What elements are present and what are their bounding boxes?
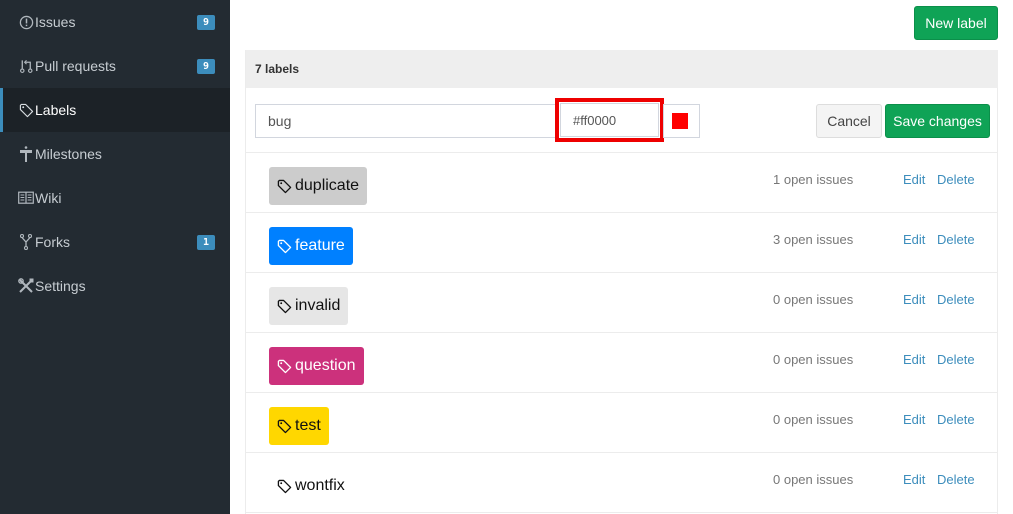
forks-count-badge: 1 (197, 234, 215, 250)
sidebar-item-label: Milestones (35, 146, 102, 162)
tag-icon (277, 239, 292, 254)
edit-label-link[interactable]: Edit (903, 292, 925, 307)
tag-icon (277, 419, 292, 434)
sidebar-item-label: Forks (35, 234, 70, 250)
tag-icon (277, 299, 292, 314)
color-swatch (672, 113, 688, 129)
sidebar-item-milestones[interactable]: Milestones (0, 132, 230, 176)
color-input-highlight (555, 98, 664, 142)
label-color-input[interactable] (560, 103, 659, 137)
open-issues-count[interactable]: 1 open issues (773, 172, 853, 187)
sidebar-item-label: Wiki (35, 190, 62, 206)
delete-label-link[interactable]: Delete (937, 232, 975, 247)
sidebar-item-pull-requests[interactable]: Pull requests 9 (0, 44, 230, 88)
delete-label-link[interactable]: Delete (937, 352, 975, 367)
issues-count-badge: 9 (197, 14, 215, 30)
tools-icon (18, 278, 34, 294)
label-chip[interactable]: wontfix (269, 467, 353, 505)
edit-label-link[interactable]: Edit (903, 352, 925, 367)
exclamation-circle-icon (18, 14, 34, 30)
book-icon (18, 190, 34, 206)
tag-icon (277, 479, 292, 494)
sidebar-item-label: Labels (35, 102, 77, 118)
app: Issues 9 Pull requests 9 Labels Mileston… (0, 0, 1013, 514)
label-name: invalid (295, 297, 341, 314)
tag-icon (277, 359, 292, 374)
tag-icon (18, 102, 34, 118)
fork-icon (18, 234, 34, 250)
label-row: feature 3 open issues Edit Delete (246, 213, 998, 273)
label-chip[interactable]: test (269, 407, 329, 445)
label-name: wontfix (295, 477, 345, 494)
sidebar-item-forks[interactable]: Forks 1 (0, 220, 230, 264)
pull-requests-count-badge: 9 (197, 58, 215, 74)
label-name: test (295, 417, 321, 434)
pull-request-icon (18, 58, 34, 74)
sidebar-item-label: Settings (35, 278, 86, 294)
label-chip[interactable]: invalid (269, 287, 349, 325)
sidebar-item-label: Issues (35, 14, 76, 30)
cancel-button[interactable]: Cancel (816, 104, 882, 138)
open-issues-count[interactable]: 0 open issues (773, 292, 853, 307)
open-issues-count[interactable]: 3 open issues (773, 232, 853, 247)
delete-label-link[interactable]: Delete (937, 172, 975, 187)
label-name: feature (295, 237, 345, 254)
sidebar-item-label: Pull requests (35, 58, 116, 74)
label-row: wontfix 0 open issues Edit Delete (246, 453, 998, 513)
sidebar-item-settings[interactable]: Settings (0, 264, 230, 308)
label-name-input[interactable] (255, 104, 557, 138)
color-preview[interactable] (663, 104, 700, 138)
label-name: question (295, 357, 356, 374)
edit-label-link[interactable]: Edit (903, 412, 925, 427)
milestone-signpost-icon (18, 146, 34, 162)
delete-label-link[interactable]: Delete (937, 472, 975, 487)
open-issues-count[interactable]: 0 open issues (773, 472, 853, 487)
label-edit-form: Cancel Save changes (246, 88, 998, 153)
label-row: question 0 open issues Edit Delete (246, 333, 998, 393)
label-row: duplicate 1 open issues Edit Delete (246, 153, 998, 213)
label-chip[interactable]: question (269, 347, 364, 385)
sidebar-item-issues[interactable]: Issues 9 (0, 0, 230, 44)
save-changes-button[interactable]: Save changes (885, 104, 990, 138)
tag-icon (277, 179, 292, 194)
sidebar-item-wiki[interactable]: Wiki (0, 176, 230, 220)
label-chip[interactable]: duplicate (269, 167, 368, 205)
open-issues-count[interactable]: 0 open issues (773, 352, 853, 367)
edit-label-link[interactable]: Edit (903, 172, 925, 187)
label-name: duplicate (295, 177, 360, 194)
edit-label-link[interactable]: Edit (903, 472, 925, 487)
delete-label-link[interactable]: Delete (937, 412, 975, 427)
edit-label-link[interactable]: Edit (903, 232, 925, 247)
delete-label-link[interactable]: Delete (937, 292, 975, 307)
open-issues-count[interactable]: 0 open issues (773, 412, 853, 427)
label-row: test 0 open issues Edit Delete (246, 393, 998, 453)
label-chip[interactable]: feature (269, 227, 353, 265)
sidebar-item-labels[interactable]: Labels (0, 88, 230, 132)
new-label-button[interactable]: New label (914, 6, 998, 40)
sidebar: Issues 9 Pull requests 9 Labels Mileston… (0, 0, 230, 514)
label-row: invalid 0 open issues Edit Delete (246, 273, 998, 333)
labels-count-header: 7 labels (246, 50, 998, 88)
labels-panel: 7 labels Cancel Save changes duplicate 1… (245, 50, 998, 514)
